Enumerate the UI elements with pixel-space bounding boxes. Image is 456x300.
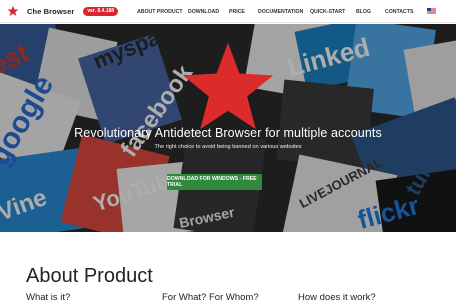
nav-contacts[interactable]: CONTACTS (385, 9, 413, 15)
brand[interactable]: Che Browser ver. 8.4.188 (7, 5, 119, 17)
about-section: About Product What is it? For What? For … (0, 232, 456, 300)
brand-name: Che Browser (27, 6, 75, 16)
about-col-what: What is it? (26, 292, 71, 300)
about-col-how: How does it work? (298, 292, 376, 300)
nav-price[interactable]: PRICE (229, 9, 245, 15)
hero-title: Revolutionary Antidetect Browser for mul… (74, 126, 382, 140)
top-navbar: Che Browser ver. 8.4.188 ABOUT PRODUCT D… (0, 0, 456, 23)
nav-about-product[interactable]: ABOUT PRODUCT (137, 9, 183, 15)
download-windows-button[interactable]: DOWNLOAD FOR WINDOWS - FREE TRIAL (167, 174, 262, 190)
flag-canton (427, 8, 431, 12)
nav-quick-start[interactable]: QUICK-START (310, 9, 345, 15)
nav-blog[interactable]: BLOG (356, 9, 371, 15)
hero-section: est google myspace facebook Linked YouTu… (0, 24, 456, 232)
us-flag-icon[interactable] (427, 8, 436, 14)
about-product-title: About Product (26, 265, 153, 287)
hero-subtitle: The right choice to avoid being banned o… (154, 144, 302, 150)
about-col-for-whom: For What? For Whom? (162, 292, 259, 300)
nav-download[interactable]: DOWNLOAD (188, 9, 219, 15)
star-logo-icon (7, 5, 19, 16)
nav-documentation[interactable]: DOCUMENTATION (258, 9, 303, 15)
version-badge: ver. 8.4.188 (83, 6, 119, 16)
star-logo-icon (182, 42, 274, 130)
